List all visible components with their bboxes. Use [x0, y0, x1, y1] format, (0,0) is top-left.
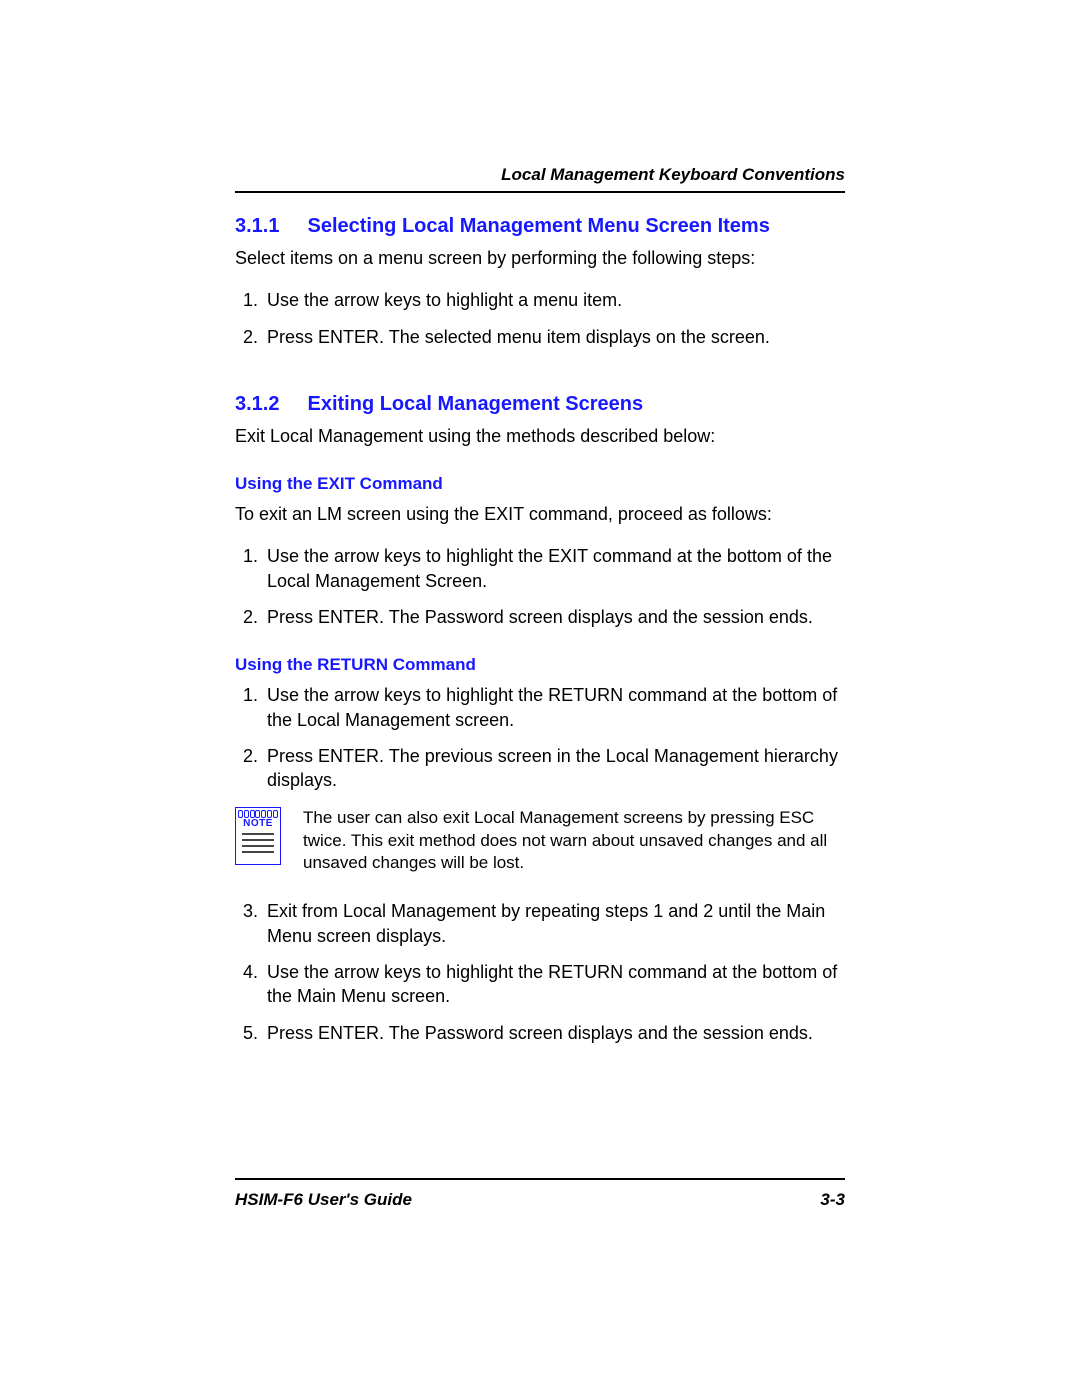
list-item: Use the arrow keys to highlight the EXIT…: [263, 544, 845, 593]
section-number: 3.1.1: [235, 215, 279, 238]
note-icon: NOTE: [235, 807, 281, 865]
note-label: NOTE: [243, 818, 273, 829]
footer-guide-title: HSIM-F6 User's Guide: [235, 1190, 412, 1210]
section-number: 3.1.2: [235, 393, 279, 416]
footer-page-number: 3-3: [820, 1190, 845, 1210]
section-heading-3-1-1: 3.1.1 Selecting Local Management Menu Scr…: [235, 215, 845, 238]
list-item: Use the arrow keys to highlight the RETU…: [263, 683, 845, 732]
steps-list: Exit from Local Management by repeating …: [235, 899, 845, 1044]
note-text: The user can also exit Local Management …: [303, 807, 845, 876]
list-item: Press ENTER. The Password screen display…: [263, 605, 845, 629]
section-intro: Select items on a menu screen by perform…: [235, 246, 845, 270]
page-footer: HSIM-F6 User's Guide 3-3: [235, 1178, 845, 1210]
list-item: Press ENTER. The previous screen in the …: [263, 744, 845, 793]
section-title: Selecting Local Management Menu Screen I…: [307, 215, 769, 237]
list-item: Press ENTER. The selected menu item disp…: [263, 325, 845, 349]
subheading-exit-command: Using the EXIT Command: [235, 474, 845, 494]
section-heading-3-1-2: 3.1.2 Exiting Local Management Screens: [235, 393, 845, 416]
sub-intro: To exit an LM screen using the EXIT comm…: [235, 502, 845, 526]
list-item: Use the arrow keys to highlight a menu i…: [263, 288, 845, 312]
steps-list: Use the arrow keys to highlight the EXIT…: [235, 544, 845, 629]
subheading-return-command: Using the RETURN Command: [235, 655, 845, 675]
list-item: Use the arrow keys to highlight the RETU…: [263, 960, 845, 1009]
list-item: Press ENTER. The Password screen display…: [263, 1021, 845, 1045]
steps-list: Use the arrow keys to highlight the RETU…: [235, 683, 845, 792]
list-item: Exit from Local Management by repeating …: [263, 899, 845, 948]
section-title: Exiting Local Management Screens: [307, 393, 643, 415]
steps-list: Use the arrow keys to highlight a menu i…: [235, 288, 845, 349]
running-header: Local Management Keyboard Conventions: [235, 165, 845, 193]
note-callout: NOTE The user can also exit Local Manage…: [235, 807, 845, 876]
section-intro: Exit Local Management using the methods …: [235, 424, 845, 448]
